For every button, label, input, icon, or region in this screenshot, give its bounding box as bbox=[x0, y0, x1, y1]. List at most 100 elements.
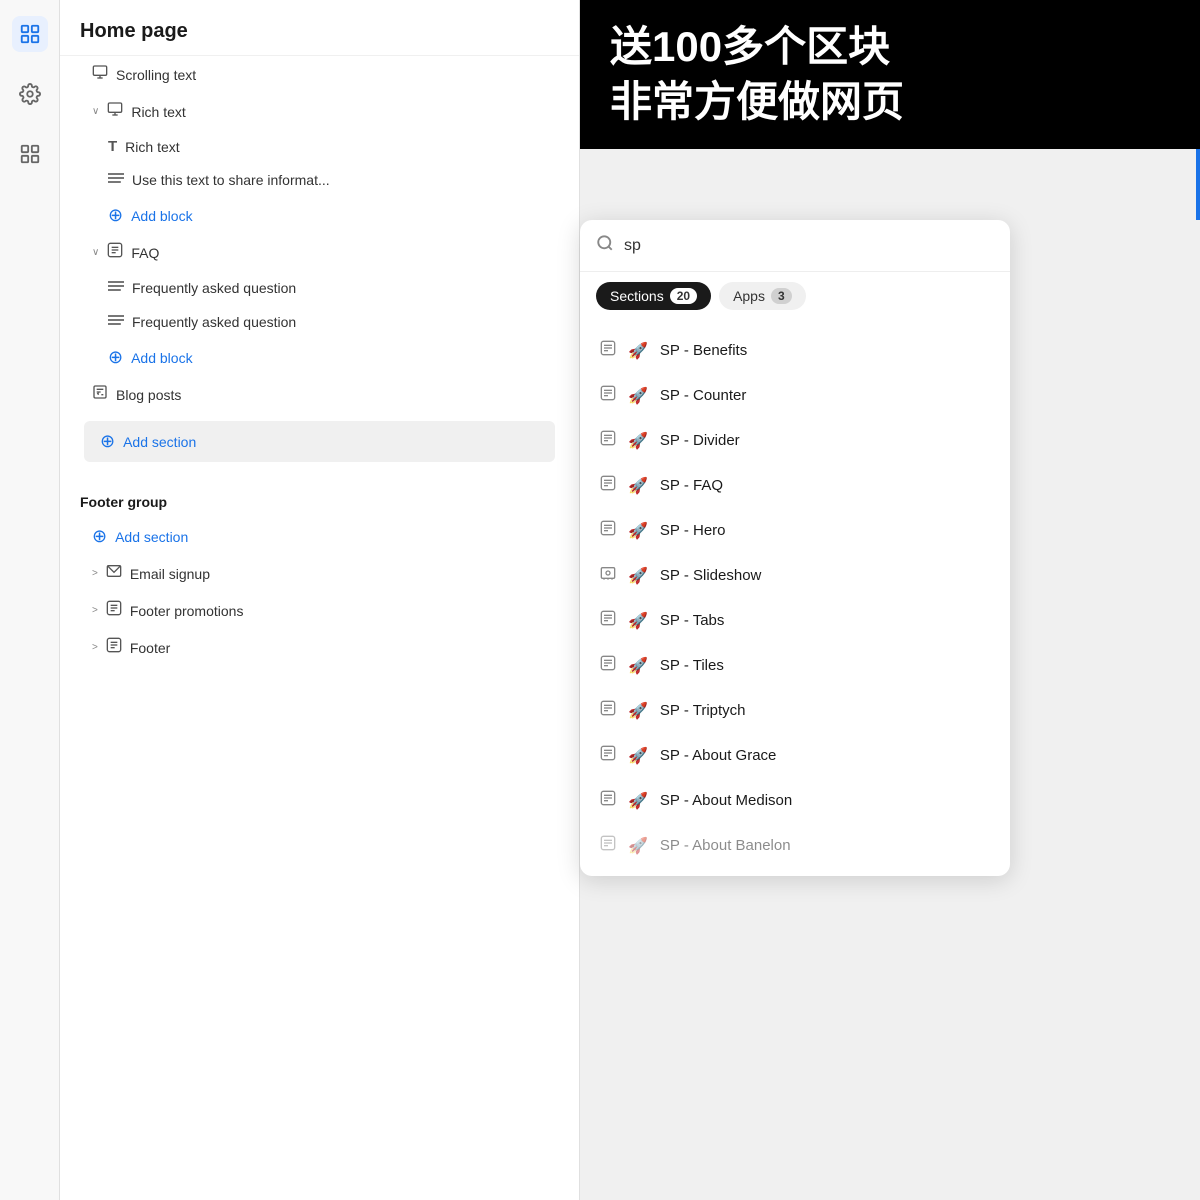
footer-icon bbox=[106, 637, 122, 658]
result-item-faq[interactable]: 🚀 SP - FAQ bbox=[580, 463, 1010, 508]
result-label: SP - Counter bbox=[660, 387, 746, 404]
settings-button[interactable] bbox=[12, 76, 48, 112]
plus-circle-icon: ⊕ bbox=[108, 205, 123, 226]
tree-item-footer-promotions[interactable]: > Footer promotions bbox=[60, 592, 579, 629]
result-item-about-grace[interactable]: 🚀 SP - About Grace bbox=[580, 733, 1010, 778]
tab-apps-label: Apps bbox=[733, 288, 765, 304]
tree-item-rich-text-child[interactable]: T Rich text bbox=[60, 130, 579, 163]
plus-circle-icon: ⊕ bbox=[92, 526, 107, 547]
section-icon bbox=[600, 835, 616, 856]
tree-label: Email signup bbox=[130, 566, 210, 582]
search-input-wrapper bbox=[580, 220, 1010, 272]
text-lines-icon bbox=[108, 279, 124, 297]
section-icon bbox=[600, 340, 616, 361]
section-icon bbox=[600, 655, 616, 676]
add-section-label: Add section bbox=[115, 529, 188, 545]
rocket-emoji: 🚀 bbox=[628, 521, 648, 541]
result-label: SP - Tabs bbox=[660, 612, 724, 629]
result-item-divider[interactable]: 🚀 SP - Divider bbox=[580, 418, 1010, 463]
text-lines-icon bbox=[108, 313, 124, 331]
page-title: Home page bbox=[60, 0, 579, 56]
section-icon bbox=[600, 430, 616, 451]
add-block-button-2[interactable]: ⊕ Add block bbox=[60, 339, 579, 376]
rocket-emoji: 🚀 bbox=[628, 746, 648, 766]
chevron-icon: ∨ bbox=[92, 247, 99, 258]
section-icon bbox=[600, 610, 616, 631]
tree-item-email-signup[interactable]: > Email signup bbox=[60, 555, 579, 592]
rocket-emoji: 🚀 bbox=[628, 611, 648, 631]
result-label: SP - Triptych bbox=[660, 702, 746, 719]
footer-add-section-button[interactable]: ⊕ Add section bbox=[60, 518, 579, 555]
chevron-icon: > bbox=[92, 605, 98, 616]
result-item-tiles[interactable]: 🚀 SP - Tiles bbox=[580, 643, 1010, 688]
tree-item-blog-posts[interactable]: Blog posts bbox=[60, 376, 579, 413]
plus-circle-icon: ⊕ bbox=[108, 347, 123, 368]
rocket-emoji: 🚀 bbox=[628, 836, 648, 856]
layers-button[interactable] bbox=[12, 16, 48, 52]
search-input[interactable] bbox=[624, 237, 994, 255]
result-label: SP - Tiles bbox=[660, 657, 724, 674]
banner-line2: 非常方便做网页 bbox=[610, 75, 1170, 130]
tree-item-rich-text[interactable]: ∨ Rich text bbox=[60, 93, 579, 130]
banner-line1: 送100多个区块 bbox=[610, 20, 1170, 75]
rocket-emoji: 🚀 bbox=[628, 566, 648, 586]
faq-icon bbox=[107, 242, 123, 263]
tab-apps[interactable]: Apps 3 bbox=[719, 282, 806, 310]
result-item-triptych[interactable]: 🚀 SP - Triptych bbox=[580, 688, 1010, 733]
text-icon: T bbox=[108, 138, 117, 155]
plus-circle-icon: ⊕ bbox=[100, 431, 115, 452]
banner-overlay: 送100多个区块 非常方便做网页 bbox=[580, 0, 1200, 149]
tree-label: Footer bbox=[130, 640, 170, 656]
tree-item-use-this-text[interactable]: Use this text to share informat... bbox=[60, 163, 579, 197]
result-label: SP - About Grace bbox=[660, 747, 776, 764]
tab-sections-label: Sections bbox=[610, 288, 664, 304]
right-area: 送100多个区块 非常方便做网页 Sections 20 bbox=[580, 0, 1200, 1200]
result-label: SP - Divider bbox=[660, 432, 740, 449]
results-list: 🚀 SP - Benefits 🚀 SP - Counter bbox=[580, 320, 1010, 876]
app-container: Home page Scrolling text ∨ bbox=[0, 0, 1200, 1200]
tree-item-faq-q2[interactable]: Frequently asked question bbox=[60, 305, 579, 339]
result-label: SP - Slideshow bbox=[660, 567, 761, 584]
tree-item-footer[interactable]: > Footer bbox=[60, 629, 579, 666]
result-item-hero[interactable]: 🚀 SP - Hero bbox=[580, 508, 1010, 553]
result-item-tabs[interactable]: 🚀 SP - Tabs bbox=[580, 598, 1010, 643]
result-item-benefits[interactable]: 🚀 SP - Benefits bbox=[580, 328, 1010, 373]
tree-label: Frequently asked question bbox=[132, 280, 296, 296]
add-section-button[interactable]: ⊕ Add section bbox=[84, 421, 555, 462]
result-item-about-medison[interactable]: 🚀 SP - About Medison bbox=[580, 778, 1010, 823]
slideshow-icon bbox=[600, 565, 616, 586]
result-label: SP - FAQ bbox=[660, 477, 723, 494]
result-label: SP - Benefits bbox=[660, 342, 747, 359]
add-section-label: Add section bbox=[123, 434, 196, 450]
tab-apps-count: 3 bbox=[771, 288, 792, 304]
chevron-icon: ∨ bbox=[92, 106, 99, 117]
tree-item-faq[interactable]: ∨ FAQ bbox=[60, 234, 579, 271]
rocket-emoji: 🚀 bbox=[628, 431, 648, 451]
tree-item-scrolling-text[interactable]: Scrolling text bbox=[60, 56, 579, 93]
footer-group-title: Footer group bbox=[60, 478, 579, 518]
add-block-label: Add block bbox=[131, 208, 192, 224]
result-item-slideshow[interactable]: 🚀 SP - Slideshow bbox=[580, 553, 1010, 598]
blog-icon bbox=[92, 384, 108, 405]
section-icon bbox=[600, 790, 616, 811]
grid-button[interactable] bbox=[12, 136, 48, 172]
result-item-counter[interactable]: 🚀 SP - Counter bbox=[580, 373, 1010, 418]
tree-label: FAQ bbox=[131, 245, 159, 261]
add-block-label: Add block bbox=[131, 350, 192, 366]
tab-sections[interactable]: Sections 20 bbox=[596, 282, 711, 310]
rocket-emoji: 🚀 bbox=[628, 341, 648, 361]
tree-label: Rich text bbox=[131, 104, 185, 120]
section-icon bbox=[600, 700, 616, 721]
search-panel: Sections 20 Apps 3 bbox=[580, 220, 1010, 876]
result-item-about-banelon[interactable]: 🚀 SP - About Banelon bbox=[580, 823, 1010, 868]
add-block-button-1[interactable]: ⊕ Add block bbox=[60, 197, 579, 234]
rocket-emoji: 🚀 bbox=[628, 701, 648, 721]
rocket-emoji: 🚀 bbox=[628, 791, 648, 811]
search-icon bbox=[596, 234, 614, 257]
tab-sections-count: 20 bbox=[670, 288, 697, 304]
chevron-icon: > bbox=[92, 568, 98, 579]
tree-item-faq-q1[interactable]: Frequently asked question bbox=[60, 271, 579, 305]
tree-label: Footer promotions bbox=[130, 603, 244, 619]
tree-label: Blog posts bbox=[116, 387, 181, 403]
page-tree-panel: Home page Scrolling text ∨ bbox=[60, 0, 580, 1200]
